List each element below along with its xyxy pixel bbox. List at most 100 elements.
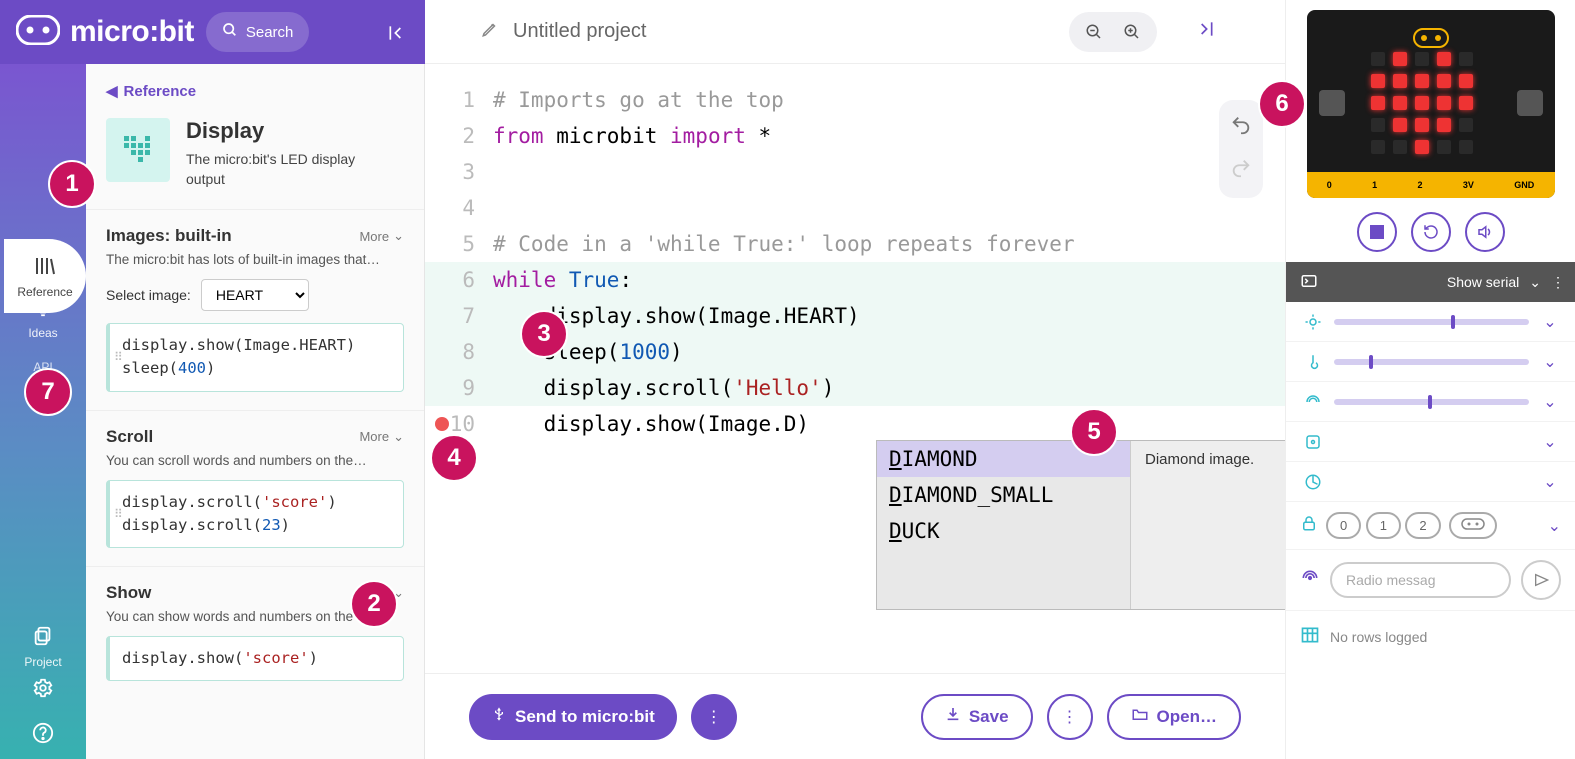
annotation-badge-6: 6 xyxy=(1258,80,1306,128)
error-marker-icon[interactable] xyxy=(435,417,449,431)
led-cell xyxy=(1371,52,1385,66)
editor-header: Untitled project xyxy=(425,0,1285,64)
sensor-icon xyxy=(1302,313,1324,331)
save-menu-button[interactable]: ⋮ xyxy=(1047,694,1093,740)
sim-button-b[interactable] xyxy=(1517,90,1543,116)
sim-pins-edge[interactable]: 0123VGND xyxy=(1307,172,1555,198)
save-button[interactable]: Save xyxy=(921,694,1033,740)
radio-send-button[interactable] xyxy=(1521,560,1561,600)
section-images: Images: built-in More⌄ The micro:bit has… xyxy=(86,209,424,410)
editor-footer: Send to micro:bit ⋮ Save ⋮ Open… xyxy=(425,673,1285,759)
code-snippet-show[interactable]: display.show('score') xyxy=(106,636,404,681)
section-scroll: Scroll More⌄ You can scroll words and nu… xyxy=(86,410,424,567)
autocomplete-item[interactable]: DIAMOND_SMALL xyxy=(877,477,1130,513)
led-cell xyxy=(1459,52,1473,66)
open-button[interactable]: Open… xyxy=(1107,694,1241,740)
chevron-down-icon: ⌄ xyxy=(393,429,404,445)
rail-item-project[interactable]: Project xyxy=(0,613,86,679)
chevron-down-icon[interactable]: ⌄ xyxy=(1539,312,1561,332)
drag-handle-icon[interactable]: ⠿ xyxy=(114,348,123,366)
sim-audio-button[interactable] xyxy=(1465,212,1505,252)
sensor-slider[interactable] xyxy=(1334,399,1529,405)
led-cell xyxy=(1459,96,1473,110)
code-line: sleep(400) xyxy=(122,357,391,380)
chevron-down-icon: ⌄ xyxy=(1529,274,1541,291)
reference-sidebar: ◀ Reference Display The micro:bit's LED … xyxy=(86,64,425,759)
led-cell xyxy=(1437,74,1451,88)
pin-pill[interactable]: 2 xyxy=(1405,512,1440,539)
sim-button-a[interactable] xyxy=(1319,90,1345,116)
datalog-status: No rows logged xyxy=(1330,629,1427,645)
sim-restart-button[interactable] xyxy=(1411,212,1451,252)
drag-handle-icon[interactable]: ⠿ xyxy=(114,505,123,523)
usb-icon xyxy=(491,706,507,727)
annotation-badge-5: 5 xyxy=(1070,408,1118,456)
collapse-sidebar-button[interactable] xyxy=(379,15,415,51)
rail-item-reference[interactable]: Reference xyxy=(4,239,86,313)
led-cell xyxy=(1415,74,1429,88)
back-to-reference[interactable]: ◀ Reference xyxy=(86,64,424,110)
led-cell xyxy=(1415,118,1429,132)
chevron-down-icon[interactable]: ⌄ xyxy=(1548,516,1561,536)
annotation-badge-2: 2 xyxy=(350,580,398,628)
section-more-button[interactable]: More⌄ xyxy=(359,429,404,445)
section-title: Scroll xyxy=(106,427,153,447)
chevron-down-icon[interactable]: ⌄ xyxy=(1539,392,1561,412)
pin-pill[interactable]: 0 xyxy=(1326,512,1361,539)
led-cell xyxy=(1437,96,1451,110)
rail-label: Project xyxy=(24,655,61,669)
autocomplete-item[interactable]: DUCK xyxy=(877,513,1130,549)
chevron-down-icon[interactable]: ⌄ xyxy=(1539,352,1561,372)
sensor-slider[interactable] xyxy=(1334,359,1529,365)
search-input[interactable]: Search xyxy=(206,12,310,52)
undo-button[interactable] xyxy=(1230,106,1252,149)
settings-icon[interactable] xyxy=(32,677,54,704)
zoom-in-button[interactable] xyxy=(1113,14,1151,50)
section-desc: You can scroll words and numbers on the… xyxy=(106,453,404,468)
expand-simulator-button[interactable] xyxy=(1195,19,1215,44)
send-menu-button[interactable]: ⋮ xyxy=(691,694,737,740)
simulator-board[interactable]: 0123VGND xyxy=(1307,10,1555,198)
led-cell xyxy=(1371,74,1385,88)
code-snippet-images[interactable]: ⠿ display.show(Image.HEART) sleep(400) xyxy=(106,323,404,392)
serial-menu-button[interactable]: ⋮ xyxy=(1551,274,1565,291)
edit-icon[interactable] xyxy=(481,20,499,43)
undo-redo-column xyxy=(1219,100,1263,198)
pin-pill[interactable]: 1 xyxy=(1366,512,1401,539)
section-more-button[interactable]: More⌄ xyxy=(359,228,404,244)
search-placeholder: Search xyxy=(246,24,294,41)
code-editor[interactable]: 1# Imports go at the top 2from microbit … xyxy=(425,64,1285,478)
brand-text: micro:bit xyxy=(70,15,194,49)
redo-button[interactable] xyxy=(1230,149,1252,192)
chevron-down-icon[interactable]: ⌄ xyxy=(1539,432,1561,452)
select-image-dropdown[interactable]: HEART xyxy=(201,279,309,311)
open-label: Open… xyxy=(1157,707,1217,727)
project-title-input[interactable]: Untitled project xyxy=(513,20,1055,43)
led-cell xyxy=(1371,118,1385,132)
sensor-icon xyxy=(1302,393,1324,411)
books-icon xyxy=(32,253,58,279)
chevron-down-icon[interactable]: ⌄ xyxy=(1539,472,1561,492)
led-cell xyxy=(1437,52,1451,66)
send-to-microbit-button[interactable]: Send to micro:bit xyxy=(469,694,677,740)
autocomplete-list[interactable]: DIAMONDDIAMOND_SMALLDUCK xyxy=(877,441,1131,609)
help-icon[interactable] xyxy=(32,722,54,749)
radio-message-input[interactable]: Radio messag xyxy=(1330,562,1511,598)
led-cell xyxy=(1415,52,1429,66)
zoom-out-button[interactable] xyxy=(1075,14,1113,50)
code-snippet-scroll[interactable]: ⠿ display.scroll('score') display.scroll… xyxy=(106,480,404,549)
annotation-badge-1: 1 xyxy=(48,160,96,208)
sensor-slider[interactable] xyxy=(1334,319,1529,325)
led-display xyxy=(1371,52,1491,156)
led-cell xyxy=(1459,74,1473,88)
sim-stop-button[interactable] xyxy=(1357,212,1397,252)
chevron-left-icon: ◀ xyxy=(106,82,118,100)
reference-title: Display xyxy=(186,118,386,144)
sim-datalog-row[interactable]: No rows logged xyxy=(1286,611,1575,662)
led-cell xyxy=(1393,74,1407,88)
pin-logo-pill[interactable] xyxy=(1449,512,1497,539)
section-desc: The micro:bit has lots of built-in image… xyxy=(106,252,404,267)
serial-bar[interactable]: Show serial⌄⋮ xyxy=(1286,262,1575,302)
code-line: display.scroll('score') xyxy=(122,491,391,514)
led-cell xyxy=(1393,118,1407,132)
